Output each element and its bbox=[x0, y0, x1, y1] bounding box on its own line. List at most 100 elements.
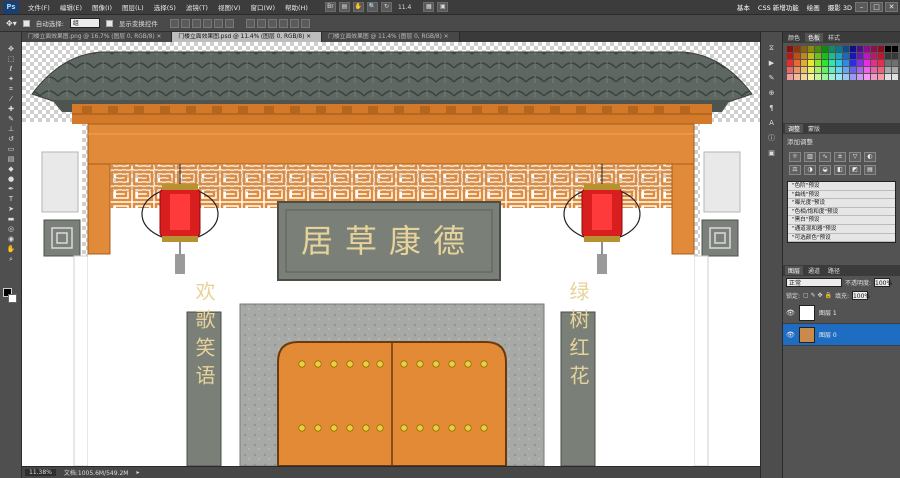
color-swatch[interactable] bbox=[850, 74, 856, 80]
zoom-tool-icon[interactable]: 🔍 bbox=[366, 2, 378, 12]
zoom-level[interactable]: 11.38% bbox=[25, 469, 56, 476]
magic-wand-icon[interactable]: ✦ bbox=[3, 74, 19, 84]
black-white-icon[interactable]: ◑ bbox=[804, 165, 816, 175]
tab-channels[interactable]: 通道 bbox=[805, 266, 823, 275]
color-swatch[interactable] bbox=[815, 74, 821, 80]
color-swatch[interactable] bbox=[815, 67, 821, 73]
distribute-bottom-icon[interactable] bbox=[267, 18, 277, 28]
tab-document-3[interactable]: 门楼立面效果图 @ 11.4% (图层 0, RGB/8) ✕ bbox=[322, 32, 460, 42]
color-swatch[interactable] bbox=[787, 60, 793, 66]
color-swatch[interactable] bbox=[878, 46, 884, 52]
status-arrow-icon[interactable]: ▸ bbox=[136, 469, 139, 476]
color-swatch[interactable] bbox=[836, 60, 842, 66]
crop-tool-icon[interactable]: ⌗ bbox=[3, 84, 19, 94]
channel-mixer-icon[interactable]: ◧ bbox=[834, 165, 846, 175]
align-bottom-icon[interactable] bbox=[191, 18, 201, 28]
document-canvas[interactable]: 居草康德 欢歌笑语 绿树红花 bbox=[22, 42, 760, 466]
align-right-icon[interactable] bbox=[224, 18, 234, 28]
color-swatch[interactable] bbox=[857, 74, 863, 80]
color-swatch[interactable] bbox=[843, 46, 849, 52]
preset-item[interactable]: "曝光度"预设 bbox=[788, 199, 895, 208]
tab-document-1[interactable]: 门楼立面效果图.png @ 16.7% (图层 0, RGB/8) ✕ bbox=[22, 32, 173, 42]
bridge-icon[interactable]: Br bbox=[324, 2, 336, 12]
color-swatch[interactable] bbox=[864, 46, 870, 52]
color-swatch[interactable] bbox=[787, 46, 793, 52]
color-swatch[interactable] bbox=[864, 74, 870, 80]
layer-row[interactable]: 👁 图层 1 bbox=[783, 302, 900, 325]
color-swatch[interactable] bbox=[829, 74, 835, 80]
preset-item[interactable]: "可选颜色"预设 bbox=[788, 234, 895, 243]
color-swatch[interactable] bbox=[871, 74, 877, 80]
visibility-eye-icon[interactable]: 👁 bbox=[786, 331, 795, 339]
hand-tool-icon[interactable]: ✋ bbox=[3, 244, 19, 254]
color-swatch[interactable] bbox=[801, 74, 807, 80]
color-swatch[interactable] bbox=[843, 60, 849, 66]
menu-file[interactable]: 文件(F) bbox=[23, 2, 55, 12]
tab-swatches[interactable]: 色板 bbox=[805, 33, 824, 42]
layer-name[interactable]: 图层 0 bbox=[819, 330, 837, 339]
color-swatch[interactable] bbox=[892, 67, 898, 73]
distribute-right-icon[interactable] bbox=[300, 18, 310, 28]
preset-item[interactable]: "曲线"预设 bbox=[788, 191, 895, 200]
color-swatch[interactable] bbox=[850, 46, 856, 52]
color-swatch[interactable] bbox=[822, 53, 828, 59]
gradient-tool-icon[interactable]: ▤ bbox=[3, 154, 19, 164]
color-swatch[interactable] bbox=[829, 53, 835, 59]
color-swatch[interactable] bbox=[808, 53, 814, 59]
tab-layers[interactable]: 图层 bbox=[785, 266, 804, 276]
brush-panel-icon[interactable]: ✎ bbox=[765, 72, 779, 84]
color-swatch[interactable] bbox=[892, 53, 898, 59]
distribute-left-icon[interactable] bbox=[278, 18, 288, 28]
color-swatch[interactable] bbox=[885, 60, 891, 66]
workspace-essentials[interactable]: 基本 bbox=[737, 2, 750, 12]
levels-icon[interactable]: ▥ bbox=[804, 152, 816, 162]
photo-filter-icon[interactable]: ◒ bbox=[819, 165, 831, 175]
menu-window[interactable]: 窗口(W) bbox=[245, 2, 280, 12]
gradient-map-icon[interactable]: ▤ bbox=[864, 165, 876, 175]
color-swatch[interactable] bbox=[843, 53, 849, 59]
vibrance-icon[interactable]: ▽ bbox=[849, 152, 861, 162]
marquee-tool-icon[interactable]: ⬚ bbox=[3, 54, 19, 64]
actions-panel-icon[interactable]: ▶ bbox=[765, 57, 779, 69]
visibility-eye-icon[interactable]: 👁 bbox=[786, 309, 795, 317]
color-swatch[interactable] bbox=[843, 67, 849, 73]
preset-item[interactable]: "色相/饱和度"预设 bbox=[788, 208, 895, 217]
tab-document-2[interactable]: 门楼立面效果图.psd @ 11.4% (图层 0, RGB/8) ✕ bbox=[172, 32, 323, 42]
pen-tool-icon[interactable]: ✒ bbox=[3, 184, 19, 194]
distribute-top-icon[interactable] bbox=[245, 18, 255, 28]
workspace-css[interactable]: CSS 新增功能 bbox=[758, 2, 799, 12]
align-left-icon[interactable] bbox=[202, 18, 212, 28]
color-swatch[interactable] bbox=[857, 46, 863, 52]
shape-tool-icon[interactable]: ▬ bbox=[3, 214, 19, 224]
color-swatch[interactable] bbox=[892, 74, 898, 80]
character-panel-icon[interactable]: A bbox=[765, 117, 779, 129]
menu-edit[interactable]: 编辑(E) bbox=[55, 2, 87, 12]
color-swatch[interactable] bbox=[822, 46, 828, 52]
workspace-photo3d[interactable]: 摄影 3D bbox=[828, 2, 852, 12]
color-swatch[interactable] bbox=[815, 60, 821, 66]
preset-item[interactable]: "色阶"预设 bbox=[788, 182, 895, 191]
close-button[interactable]: ✕ bbox=[885, 2, 898, 12]
color-swatch[interactable] bbox=[843, 74, 849, 80]
move-tool-icon[interactable]: ✥ bbox=[3, 44, 19, 54]
healing-brush-icon[interactable]: ✚ bbox=[3, 104, 19, 114]
menu-help[interactable]: 帮助(H) bbox=[280, 2, 313, 12]
color-swatch[interactable] bbox=[794, 67, 800, 73]
color-balance-icon[interactable]: ⚖ bbox=[789, 165, 801, 175]
color-swatch[interactable] bbox=[815, 53, 821, 59]
menu-view[interactable]: 视图(V) bbox=[213, 2, 246, 12]
color-swatch[interactable] bbox=[829, 67, 835, 73]
background-color-swatch[interactable] bbox=[8, 294, 17, 303]
color-swatch[interactable] bbox=[885, 67, 891, 73]
color-swatch[interactable] bbox=[871, 60, 877, 66]
layer-name[interactable]: 图层 1 bbox=[819, 308, 837, 317]
color-swatch[interactable] bbox=[885, 46, 891, 52]
color-swatch[interactable] bbox=[878, 60, 884, 66]
tab-masks[interactable]: 蒙版 bbox=[805, 124, 823, 133]
color-swatch[interactable] bbox=[801, 67, 807, 73]
tab-paths[interactable]: 路径 bbox=[825, 266, 843, 275]
color-swatch[interactable] bbox=[857, 60, 863, 66]
distribute-hcenter-icon[interactable] bbox=[289, 18, 299, 28]
swatches-grid[interactable] bbox=[783, 43, 900, 83]
color-swatch[interactable] bbox=[829, 60, 835, 66]
